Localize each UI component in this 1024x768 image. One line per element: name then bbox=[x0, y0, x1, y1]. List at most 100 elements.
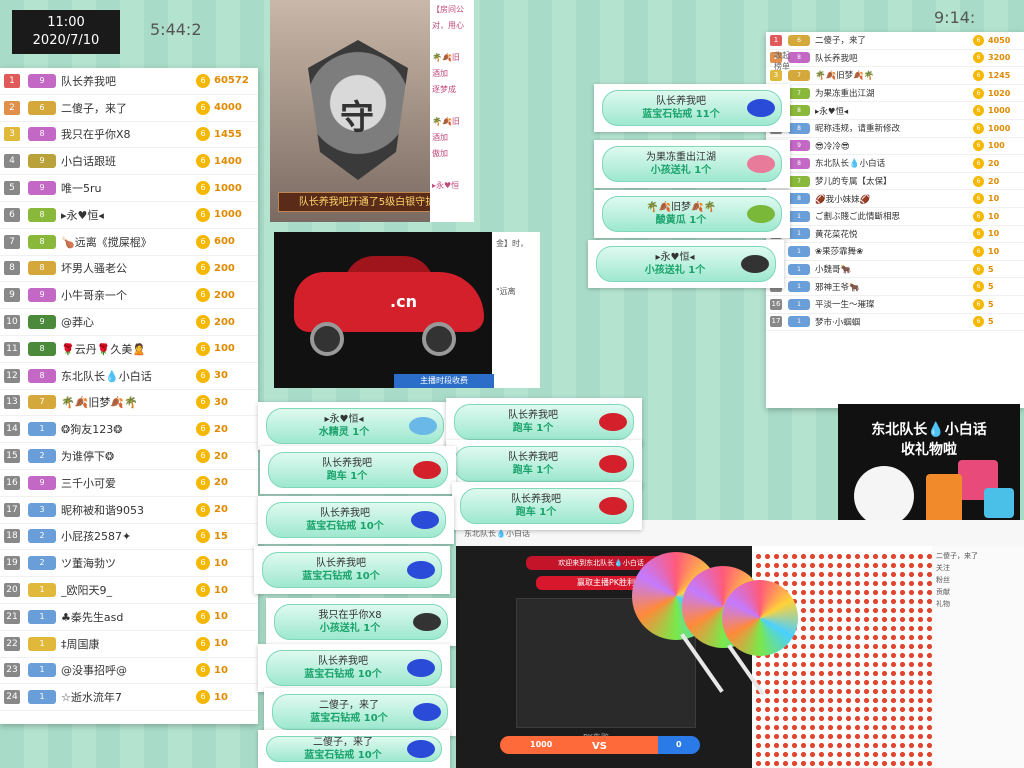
user-name[interactable]: 二傻子，来了 bbox=[61, 100, 196, 116]
user-name[interactable]: ご劃ぶ賤ご此情斷相思 bbox=[815, 210, 973, 222]
gift-desc: 蓝宝石钻戒 10个 bbox=[285, 712, 413, 725]
user-name[interactable]: 我只在乎你X8 bbox=[61, 126, 196, 142]
rank-row[interactable]: 1 6 二傻子，来了 6 4050 bbox=[766, 32, 1024, 50]
rank-row[interactable]: 21 1 ♣秦先生asd 6 10 bbox=[0, 604, 258, 631]
user-name[interactable]: 为谁停下❂ bbox=[61, 448, 196, 464]
rank-row[interactable]: 58▸永♥恒◂61000 bbox=[766, 102, 1024, 120]
clock-date: 2020/7/10 bbox=[32, 33, 100, 48]
user-name[interactable]: 东北队长💧小白话 bbox=[815, 157, 973, 169]
rank-row[interactable]: 3 8 我只在乎你X8 6 1455 bbox=[0, 122, 258, 149]
user-name[interactable]: ‡周国康 bbox=[61, 636, 196, 652]
rank-row[interactable]: 6 8 ▸永♥恒◂ 6 1000 bbox=[0, 202, 258, 229]
rank-row[interactable]: 141小魏哥🐂65 bbox=[766, 261, 1024, 279]
user-name[interactable]: 🌴🍂旧梦🍂🌴 bbox=[815, 69, 973, 81]
user-name[interactable]: 梦市·小蝈蝈 bbox=[815, 316, 973, 328]
user-name[interactable]: 🌹云丹🌹久美🙎 bbox=[61, 341, 196, 357]
user-name[interactable]: @没事招呼@ bbox=[61, 662, 196, 678]
user-name[interactable]: ♣秦先生asd bbox=[61, 609, 196, 625]
rank-row[interactable]: 151邪神王爷🐂65 bbox=[766, 278, 1024, 296]
user-name[interactable]: ▸永♥恒◂ bbox=[61, 207, 196, 223]
rank-row[interactable]: 12 8 东北队长💧小白话 6 30 bbox=[0, 363, 258, 390]
user-name[interactable]: ❀果莎霏舞❀ bbox=[815, 245, 973, 257]
rank-row[interactable]: 4 9 小白话跟班 6 1400 bbox=[0, 148, 258, 176]
rank-row[interactable]: 19 2 ツ董海勃ツ 6 10 bbox=[0, 550, 258, 578]
rank-row[interactable]: 68昵称违规，请重新修改61000 bbox=[766, 120, 1024, 138]
stream-timer: 5:44:2 bbox=[150, 20, 202, 39]
audience-item[interactable]: 贡献 bbox=[936, 586, 1020, 598]
user-name[interactable]: _欧阳天9_ bbox=[61, 582, 196, 598]
rank-row[interactable]: 47为果冻重出江湖61020 bbox=[766, 85, 1024, 103]
chat-line: 酒加 bbox=[432, 69, 448, 78]
user-name[interactable]: 队长养我吧 bbox=[61, 73, 196, 89]
user-name[interactable]: 队长养我吧 bbox=[815, 52, 973, 64]
audience-item[interactable]: 粉丝 bbox=[936, 574, 1020, 586]
rank-row[interactable]: 23 1 @没事招呼@ 6 10 bbox=[0, 658, 258, 685]
rank-row[interactable]: 88东北队长💧小白话620 bbox=[766, 155, 1024, 173]
rank-row[interactable]: 121黄花菜花悦610 bbox=[766, 226, 1024, 244]
user-name[interactable]: 三千小可爱 bbox=[61, 475, 196, 491]
rank-row[interactable]: 13 7 🌴🍂旧梦🍂🌴 6 30 bbox=[0, 390, 258, 417]
user-name[interactable]: ▸永♥恒◂ bbox=[815, 105, 973, 117]
collapse-rank-button[interactable]: 收起榜单 bbox=[774, 50, 796, 72]
user-name[interactable]: 😎冷冷😎 bbox=[815, 140, 973, 152]
user-name[interactable]: 小魏哥🐂 bbox=[815, 263, 973, 275]
user-name[interactable]: 小白话跟班 bbox=[61, 153, 196, 169]
rank-row[interactable]: 22 1 ‡周国康 6 10 bbox=[0, 631, 258, 658]
rank-row[interactable]: 9 9 小牛哥亲一个 6 200 bbox=[0, 282, 258, 310]
rank-row[interactable]: 3 7 🌴🍂旧梦🍂🌴 6 1245 bbox=[766, 67, 1024, 85]
user-name[interactable]: 小牛哥亲一个 bbox=[61, 287, 196, 303]
gift-icon bbox=[413, 461, 441, 479]
rank-row[interactable]: 7 8 🍗远离《搅屎棍》 6 600 bbox=[0, 229, 258, 256]
audience-item[interactable]: 二傻子，来了 bbox=[936, 550, 1020, 562]
user-name[interactable]: 梦儿的专属【太保】 bbox=[815, 175, 973, 187]
rank-row[interactable]: 16 1 平淡一生～璀璨 6 5 bbox=[766, 296, 1024, 314]
audience-item[interactable]: 礼物 bbox=[936, 598, 1020, 610]
rank-row[interactable]: 1 9 队长养我吧 6 60572 bbox=[0, 68, 258, 95]
rank-row[interactable]: 8 8 坏男人骚老公 6 200 bbox=[0, 256, 258, 283]
user-name[interactable]: 唯一5ru bbox=[61, 180, 196, 196]
user-name[interactable]: ☆逝水流年7 bbox=[61, 689, 196, 705]
user-name[interactable]: 昵称违规，请重新修改 bbox=[815, 122, 973, 134]
rank-row[interactable]: 97梦儿的专属【太保】620 bbox=[766, 173, 1024, 191]
user-name[interactable]: @莽心 bbox=[61, 314, 196, 330]
user-name[interactable]: 黄花菜花悦 bbox=[815, 228, 973, 240]
rank-row[interactable]: 15 2 为谁停下❂ 6 20 bbox=[0, 443, 258, 470]
user-name[interactable]: 平淡一生～璀璨 bbox=[815, 298, 973, 310]
rank-row[interactable]: 17 3 昵称被和谐9053 6 20 bbox=[0, 497, 258, 524]
rank-row[interactable]: 20 1 _欧阳天9_ 6 10 bbox=[0, 577, 258, 604]
rank-row[interactable]: 17 1 梦市·小蝈蝈 6 5 bbox=[766, 314, 1024, 332]
rank-row[interactable]: 18 2 小屁孩2587✦ 6 15 bbox=[0, 524, 258, 551]
rank-row[interactable]: 24 1 ☆逝水流年7 6 10 bbox=[0, 684, 258, 712]
contribution-score: 200 bbox=[214, 262, 235, 274]
user-name[interactable]: ツ董海勃ツ bbox=[61, 555, 196, 571]
user-name[interactable]: 二傻子，来了 bbox=[815, 34, 973, 46]
level-badge: 1 bbox=[28, 690, 56, 705]
rank-row[interactable]: 131❀果莎霏舞❀610 bbox=[766, 243, 1024, 261]
user-name[interactable]: 东北队长💧小白话 bbox=[61, 368, 196, 384]
rank-number: 6 bbox=[4, 207, 20, 222]
user-name[interactable]: 小屁孩2587✦ bbox=[61, 528, 196, 544]
coin-icon: 6 bbox=[196, 234, 210, 249]
user-name[interactable]: 🍗远离《搅屎棍》 bbox=[61, 234, 196, 250]
audience-item[interactable]: 关注 bbox=[936, 562, 1020, 574]
user-name[interactable]: 🏈我小妹妹🏈 bbox=[815, 193, 973, 205]
gift-pill: 队长养我吧 蓝宝石钻戒 10个 bbox=[266, 650, 442, 686]
rank-row[interactable]: 79😎冷冷😎6100 bbox=[766, 138, 1024, 156]
weekly-rank-list: 16二傻子，来了6405028队长养我吧6320037🌴🍂旧梦🍂🌴6124547… bbox=[766, 32, 1024, 408]
rank-row[interactable]: 11 8 🌹云丹🌹久美🙎 6 100 bbox=[0, 336, 258, 363]
user-name[interactable]: 坏男人骚老公 bbox=[61, 260, 196, 276]
rank-row[interactable]: 111ご劃ぶ賤ご此情斷相思610 bbox=[766, 208, 1024, 226]
rank-row[interactable]: 108🏈我小妹妹🏈610 bbox=[766, 190, 1024, 208]
rank-row[interactable]: 5 9 唯一5ru 6 1000 bbox=[0, 175, 258, 202]
user-name[interactable]: 昵称被和谐9053 bbox=[61, 502, 196, 518]
gift-icon bbox=[747, 99, 775, 117]
rank-row[interactable]: 2 6 二傻子，来了 6 4000 bbox=[0, 95, 258, 122]
rank-row[interactable]: 16 9 三千小可爱 6 20 bbox=[0, 470, 258, 497]
rank-row[interactable]: 10 9 @莽心 6 200 bbox=[0, 309, 258, 336]
rank-row[interactable]: 14 1 ❂狗友123❂ 6 20 bbox=[0, 416, 258, 444]
user-name[interactable]: 🌴🍂旧梦🍂🌴 bbox=[61, 394, 196, 410]
user-name[interactable]: 为果冻重出江湖 bbox=[815, 87, 973, 99]
user-name[interactable]: ❂狗友123❂ bbox=[61, 421, 196, 437]
rank-row[interactable]: 2 8 队长养我吧 6 3200 bbox=[766, 50, 1024, 68]
user-name[interactable]: 邪神王爷🐂 bbox=[815, 281, 973, 293]
